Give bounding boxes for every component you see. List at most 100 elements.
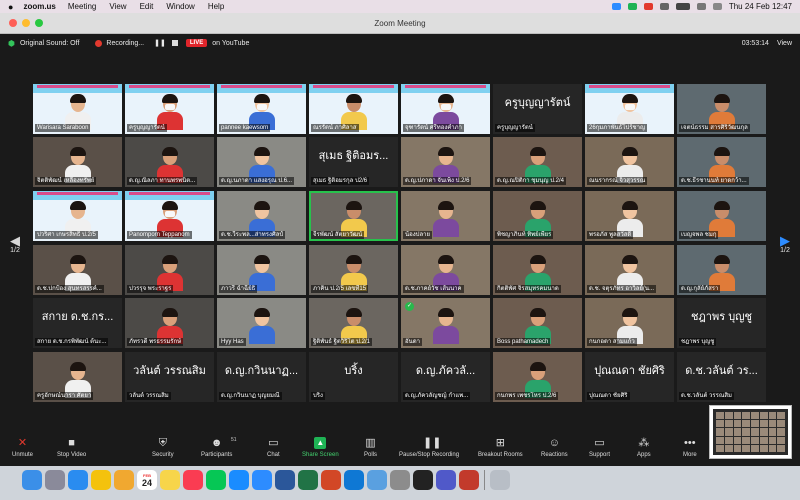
participant-tile[interactable]: ✓ อันดา bbox=[401, 298, 490, 348]
dock-launchpad-icon[interactable] bbox=[45, 470, 65, 490]
shield-icon[interactable]: ⬢ bbox=[8, 39, 15, 48]
view-button[interactable]: View bbox=[777, 40, 792, 47]
participant-tile[interactable]: จิตติพัฒน์ เหลืองทรัพย์ bbox=[33, 137, 122, 187]
participant-tile[interactable]: ด.ญ.ณปิติกา ชุมนุญ ป.2/4 bbox=[493, 137, 582, 187]
stop-video-button[interactable]: ■ Stop Video bbox=[57, 437, 86, 458]
participant-tile[interactable]: Boss pathamadech bbox=[493, 298, 582, 348]
participant-tile[interactable]: ครูบุญญารัตน์ ครูบุญญารัตน์ bbox=[493, 84, 582, 134]
participant-tile[interactable]: pannee kaewsorn bbox=[217, 84, 306, 134]
participant-tile[interactable]: ชฎาพร บุญชู ชฎาพร บุญชู bbox=[677, 298, 766, 348]
participant-tile[interactable]: สุเมธ ฐิติอมร... สุเมธ ฐิติอมรกุล ป2/6 bbox=[309, 137, 398, 187]
unmute-button[interactable]: ✕ Unmute bbox=[12, 437, 33, 458]
dock-terminal-icon[interactable] bbox=[413, 470, 433, 490]
participant-tile[interactable]: ด.ช.วีระพล...ส่าทรงศิลป์ bbox=[217, 191, 306, 241]
wifi-icon[interactable] bbox=[659, 3, 669, 10]
participant-tile[interactable]: ณรรัตน์ ภาศิลาส bbox=[309, 84, 398, 134]
dock-chrome-icon[interactable] bbox=[91, 470, 111, 490]
participant-tile[interactable]: Hyy Has bbox=[217, 298, 306, 348]
breakout-rooms-button[interactable]: ⊞ Breakout Rooms bbox=[478, 437, 523, 458]
floating-thumbnail[interactable] bbox=[709, 405, 792, 459]
participant-tile[interactable]: วลันต์ วรรณสิม วลันต์ วรรณสิม bbox=[125, 352, 214, 402]
more-button[interactable]: ••• More bbox=[683, 437, 697, 458]
participant-tile[interactable]: ณนรากรณ์ จิวสุวรรณ bbox=[585, 137, 674, 187]
dock-finder-icon[interactable] bbox=[22, 470, 42, 490]
zoom-status-icon[interactable] bbox=[611, 3, 621, 10]
participants-button[interactable]: ☻ 51 Participants bbox=[201, 437, 237, 458]
stop-recording-button[interactable] bbox=[171, 40, 178, 46]
dock-preview-icon[interactable] bbox=[367, 470, 387, 490]
pause-recording-button[interactable]: ❚❚ bbox=[154, 39, 166, 47]
participant-tile[interactable]: ภาคิน ป.2/5 เลขที่15 bbox=[309, 245, 398, 295]
participant-tile[interactable]: กนกพร เพชรโหร ป.2/6 bbox=[493, 352, 582, 402]
participant-tile[interactable]: ครูบุญญารัตน์ bbox=[125, 84, 214, 134]
participant-tile[interactable]: จุฑารัตน์ ศรีทองคำภา bbox=[401, 84, 490, 134]
participant-tile[interactable]: ด.ช.ปกป้อง สุนทรสรรค์... bbox=[33, 245, 122, 295]
dock-onedrive-icon[interactable] bbox=[344, 470, 364, 490]
participant-tile[interactable]: ฐิติพันธ์ ฐิตวิริโต ป.2/1 bbox=[309, 298, 398, 348]
participant-tile[interactable]: ด.ญ.นภาดา แสงอรุณ ป.6... bbox=[217, 137, 306, 187]
dock-line-icon[interactable] bbox=[206, 470, 226, 490]
next-page-button[interactable]: ▶ 1/2 bbox=[775, 234, 795, 254]
share-screen-button[interactable]: ▲ Share Screen bbox=[302, 437, 339, 458]
dock-excel-icon[interactable] bbox=[298, 470, 318, 490]
dock-zoom-icon[interactable] bbox=[252, 470, 272, 490]
control-center-icon[interactable] bbox=[712, 3, 722, 10]
dock-notes-icon[interactable] bbox=[160, 470, 180, 490]
participant-tile[interactable]: ครูอักษณ์นารา ศัตยา bbox=[33, 352, 122, 402]
participant-tile[interactable]: ด.ญ.ณิลภา ทานพรพนิต... bbox=[125, 137, 214, 187]
participant-tile[interactable]: ปวรรุจ พระราฐร bbox=[125, 245, 214, 295]
reactions-button[interactable]: ☺ Reactions bbox=[541, 437, 568, 458]
support-button[interactable]: ▭ Support bbox=[589, 437, 610, 458]
dock-appstore-icon[interactable] bbox=[229, 470, 249, 490]
apple-menu-icon[interactable]: ● bbox=[8, 2, 13, 12]
dock-music-icon[interactable] bbox=[183, 470, 203, 490]
participant-tile[interactable]: ภัทรวดี พรธรรมรักษ์ bbox=[125, 298, 214, 348]
participant-tile[interactable]: ด.ช.วลันต์ วร... ด.ช.วลันต์ วรรณสิม bbox=[677, 352, 766, 402]
participant-tile[interactable]: ด.ญ.ปภาดา จันเพ็ง ป.2/6 bbox=[401, 137, 490, 187]
participant-tile[interactable]: Panomporn Teppanom bbox=[125, 191, 214, 241]
menu-edit[interactable]: Edit bbox=[140, 2, 154, 11]
participant-tile[interactable]: ปุณณดา ชัยศิริ ปุณณดา ชัยศิริ bbox=[585, 352, 674, 402]
menu-clock[interactable]: Thu 24 Feb 12:47 bbox=[729, 2, 792, 11]
participant-tile[interactable]: ด.ญ.กุลัย์ภัสรา bbox=[677, 245, 766, 295]
participant-tile[interactable]: ด.ญ.กวินนาฏ... ด.ญ.กวินนาฏ บุญยมณี bbox=[217, 352, 306, 402]
menu-view[interactable]: View bbox=[109, 2, 126, 11]
participant-tile[interactable]: พิชญาภินท์ ทิพย์เพียร bbox=[493, 191, 582, 241]
search-icon[interactable] bbox=[696, 3, 706, 10]
dock-safari-icon[interactable] bbox=[68, 470, 88, 490]
dock-calendar-icon[interactable]: FEB 24 bbox=[137, 470, 157, 490]
dock-teams-icon[interactable] bbox=[436, 470, 456, 490]
participant-tile[interactable]: เจตน์ธรรม สารศิริวัฒนกุล bbox=[677, 84, 766, 134]
participant-tile[interactable]: กนกอดา สามแก้ว bbox=[585, 298, 674, 348]
polls-button[interactable]: ▥ Polls bbox=[364, 437, 377, 458]
participant-tile[interactable]: กิตติพัศ จิรสมุทรคมนาด bbox=[493, 245, 582, 295]
participant-tile[interactable]: ภาวรี ฉำฉีย์ธิ bbox=[217, 245, 306, 295]
participant-tile[interactable]: ด.ญ.ภัควลั... ด.ญ.ภัควลัญชญ์ กำแพ... bbox=[401, 352, 490, 402]
menu-help[interactable]: Help bbox=[208, 2, 224, 11]
dock-photos-icon[interactable] bbox=[114, 470, 134, 490]
participant-tile[interactable]: น้องปลาย bbox=[401, 191, 490, 241]
dock-trash-icon[interactable] bbox=[490, 470, 510, 490]
participant-tile[interactable]: เบญจพล ชมกุ bbox=[677, 191, 766, 241]
participant-tile[interactable]: ปวริศา เกษรสิทธิ์ ป.2/5 bbox=[33, 191, 122, 241]
security-button[interactable]: ⛨ Security bbox=[152, 437, 174, 458]
previous-page-button[interactable]: ◀ 1/2 bbox=[5, 234, 25, 254]
participant-tile[interactable]: บริ้ง บริ้ง bbox=[309, 352, 398, 402]
dock-photobooth-icon[interactable] bbox=[459, 470, 479, 490]
battery-icon[interactable] bbox=[675, 3, 690, 10]
live-badge[interactable]: LIVE bbox=[185, 39, 208, 47]
menu-window[interactable]: Window bbox=[166, 2, 194, 11]
line-status-icon[interactable] bbox=[627, 3, 637, 10]
pause-recording-toolbar-button[interactable]: ❚❚ Pause/Stop Recording bbox=[399, 437, 459, 458]
participant-tile[interactable]: ด.ช. จตุรภัทร อาวิลย์(น... bbox=[585, 245, 674, 295]
dock-word-icon[interactable] bbox=[275, 470, 295, 490]
original-sound-toggle[interactable]: Original Sound: Off bbox=[20, 40, 79, 47]
participant-tile[interactable]: Warisara Saraboon bbox=[33, 84, 122, 134]
dock-settings-icon[interactable] bbox=[390, 470, 410, 490]
participant-tile[interactable]: สกาย ด.ช.กร... สกาย ด.ช.กรพิพัฒน์ ต้นะ... bbox=[33, 298, 122, 348]
recording-status-icon[interactable] bbox=[643, 3, 653, 10]
participant-tile[interactable]: ด.ช.ธีรชานนท์ ยาดกว้า... bbox=[677, 137, 766, 187]
participant-tile[interactable]: จีรพัฒน์ สัตยาวัฒน์ bbox=[309, 191, 398, 241]
dock-powerpoint-icon[interactable] bbox=[321, 470, 341, 490]
participant-tile[interactable]: พรอภัส พูลสวัสดิ์ bbox=[585, 191, 674, 241]
